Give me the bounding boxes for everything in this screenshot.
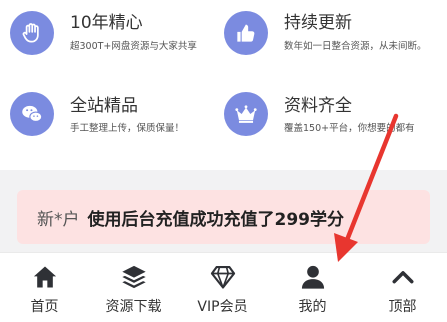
bottom-tab-bar: 首页 资源下载 VIP会员 我的 顶部: [0, 252, 447, 322]
notice-text: 使用后台充值成功充值了299学分: [87, 209, 345, 230]
tab-vip[interactable]: VIP会员: [178, 253, 267, 322]
tab-label: 首页: [30, 299, 59, 315]
tab-label: 我的: [298, 299, 327, 315]
chevron-up-icon: [392, 271, 413, 284]
feature-desc: 超300T+网盘资源与大家共享: [70, 41, 197, 52]
tab-resource-download[interactable]: 资源下载: [89, 253, 178, 322]
feature-desc: 数年如一日整合资源，从未间断。: [284, 41, 427, 52]
user-icon: [301, 265, 324, 289]
feature-item: 持续更新 数年如一日整合资源，从未间断。: [214, 0, 429, 80]
tab-label: 顶部: [388, 299, 417, 315]
feature-item: 资料齐全 覆盖150+平台，你想要的都有: [214, 86, 429, 166]
notice-banner: 新*户 使用后台充值成功充值了299学分: [17, 190, 430, 244]
tab-label: 资源下载: [105, 299, 162, 315]
thumbs-up-icon: [224, 11, 268, 55]
tab-label: VIP会员: [197, 299, 248, 315]
tab-mine[interactable]: 我的: [268, 253, 357, 322]
chat-icon: [10, 92, 54, 136]
hand-icon: [10, 11, 54, 55]
feature-desc: 覆盖150+平台，你想要的都有: [284, 123, 415, 134]
feature-title: 全站精品: [70, 96, 138, 116]
tab-home[interactable]: 首页: [0, 253, 89, 322]
crown-icon: [224, 92, 268, 136]
layers-icon: [121, 265, 146, 289]
feature-title: 资料齐全: [284, 96, 352, 116]
feature-desc: 手工整理上传，保质保量！: [70, 123, 185, 134]
tab-top[interactable]: 顶部: [358, 253, 447, 322]
feature-item: 全站精品 手工整理上传，保质保量！: [0, 86, 215, 166]
home-icon: [33, 266, 56, 288]
notice-user: 新*户: [37, 209, 80, 230]
diamond-icon: [210, 266, 235, 289]
features-section: 10年精心 超300T+网盘资源与大家共享 持续更新 数年如一日整合资源，从未间…: [0, 0, 447, 170]
feature-item: 10年精心 超300T+网盘资源与大家共享: [0, 0, 215, 80]
feature-title: 10年精心: [70, 13, 143, 33]
feature-title: 持续更新: [284, 13, 352, 33]
